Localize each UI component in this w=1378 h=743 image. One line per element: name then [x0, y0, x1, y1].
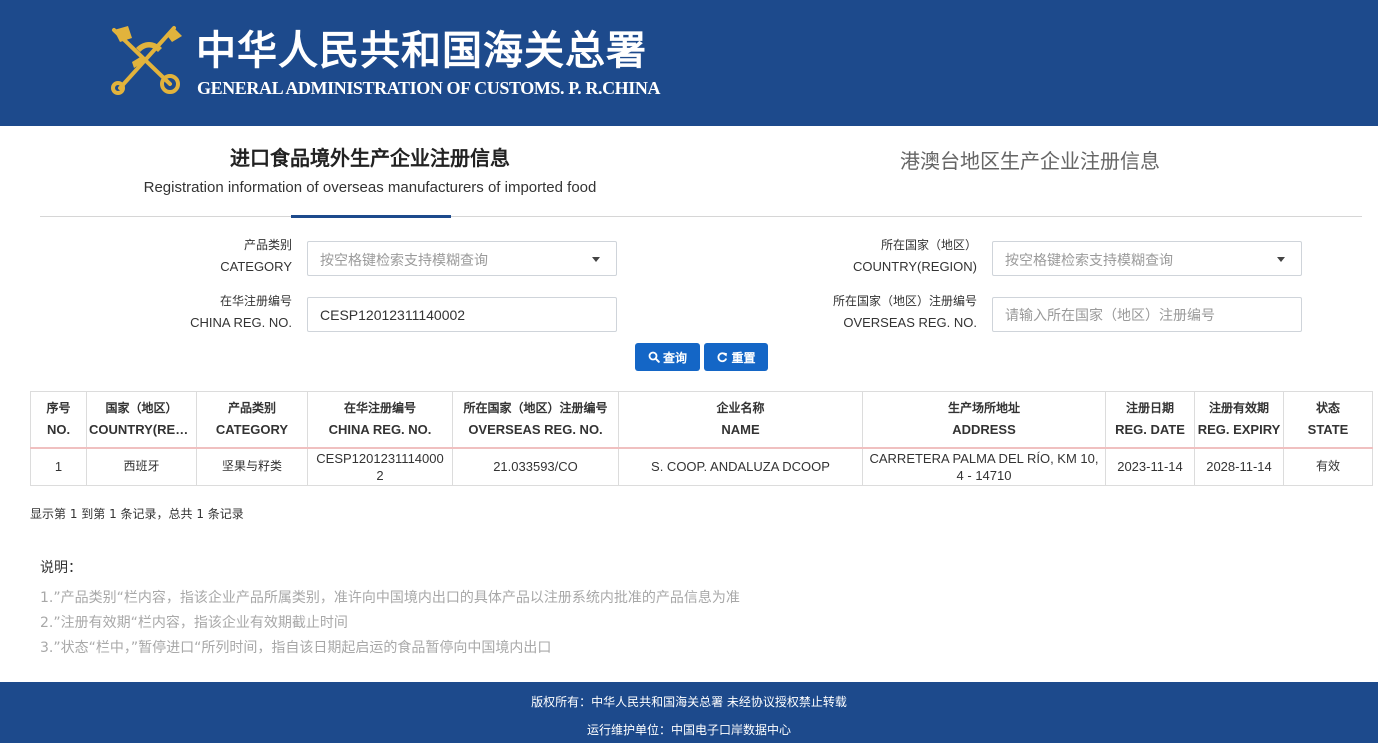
- table-header-row: 序号NO. 国家（地区）COUNTRY(REGION) 产品类别CATEGORY…: [30, 391, 1373, 448]
- site-title-en: GENERAL ADMINISTRATION OF CUSTOMS. P. R.…: [197, 78, 661, 98]
- category-label: 产品类别 CATEGORY: [150, 234, 292, 278]
- country-label-cn: 所在国家（地区）: [880, 238, 977, 252]
- column-header[interactable]: 企业名称 NAME: [618, 391, 863, 448]
- country-label: 所在国家（地区） COUNTRY(REGION): [780, 234, 977, 278]
- country-select-placeholder: 按空格键检索支持模糊查询: [1005, 253, 1173, 269]
- reset-button-label: 重置: [731, 350, 756, 365]
- overseas-reg-label-cn: 所在国家（地区）注册编号: [832, 294, 977, 308]
- tab-label-en: Registration information of overseas man…: [143, 179, 597, 196]
- site-footer: 版权所有：中华人民共和国海关总署 未经协议授权禁止转载 运行维护单位：中国电子口…: [0, 682, 1378, 743]
- china-reg-label-en: CHINA REG. NO.: [190, 315, 292, 330]
- column-header[interactable]: 产品类别 CATEGORY: [196, 391, 308, 448]
- notes-section: 说明： 1.”产品类别“栏内容，指该企业产品所属类别，准许向中国境内出口的具体产…: [40, 557, 740, 661]
- note-line: 1.”产品类别“栏内容，指该企业产品所属类别，准许向中国境内出口的具体产品以注册…: [40, 590, 740, 606]
- country-select[interactable]: 按空格键检索支持模糊查询: [992, 241, 1302, 276]
- tab-label-cn: 港澳台地区生产企业注册信息: [900, 149, 1160, 173]
- cell-reg-date: 2023-11-14: [1105, 447, 1195, 486]
- column-header[interactable]: 注册有效期 REG. EXPIRY: [1194, 391, 1284, 448]
- search-icon: [648, 351, 660, 363]
- china-reg-label-cn: 在华注册编号: [219, 294, 292, 308]
- cell-country: 西班牙: [86, 447, 197, 486]
- overseas-reg-label: 所在国家（地区）注册编号 OVERSEAS REG. NO.: [760, 290, 977, 334]
- cell-name: S. COOP. ANDALUZA DCOOP: [618, 447, 863, 486]
- column-header[interactable]: 生产场所地址 ADDRESS: [862, 391, 1106, 448]
- cell-overseas-reg: 21.033593/CO: [452, 447, 619, 486]
- column-header[interactable]: 在华注册编号 CHINA REG. NO.: [307, 391, 453, 448]
- cell-category: 坚果与籽类: [196, 447, 308, 486]
- tab-label-cn: 进口食品境外生产企业注册信息: [230, 146, 510, 170]
- note-line: 3.”状态“栏中，”暂停进口“所列时间，指自该日期起启运的食品暂停向中国境内出口: [40, 640, 552, 656]
- category-label-cn: 产品类别: [243, 238, 292, 252]
- notes-title: 说明：: [40, 560, 82, 576]
- cell-address: CARRETERA PALMA DEL RÍO, KM 10, 4 - 1471…: [862, 447, 1106, 486]
- category-select-placeholder: 按空格键检索支持模糊查询: [320, 253, 488, 269]
- records-summary: 显示第 1 到第 1 条记录，总共 1 条记录: [30, 507, 244, 521]
- column-header[interactable]: 国家（地区）COUNTRY(REGION): [86, 391, 197, 448]
- tab-overseas-manufacturers[interactable]: 进口食品境外生产企业注册信息 Registration information …: [120, 142, 620, 196]
- china-reg-label: 在华注册编号 CHINA REG. NO.: [150, 290, 292, 334]
- caret-down-icon: [592, 257, 600, 262]
- note-line: 2.”注册有效期“栏内容，指该企业有效期截止时间: [40, 615, 348, 631]
- results-table: 序号NO. 国家（地区）COUNTRY(REGION) 产品类别CATEGORY…: [30, 391, 1373, 486]
- table-row[interactable]: 1 西班牙 坚果与籽类 CESP12012311140002 21.033593…: [30, 447, 1373, 486]
- refresh-icon: [718, 352, 728, 363]
- cell-china-reg: CESP12012311140002: [307, 447, 453, 486]
- overseas-reg-label-en: OVERSEAS REG. NO.: [843, 315, 977, 330]
- search-button[interactable]: 查询: [635, 343, 700, 371]
- category-label-en: CATEGORY: [220, 259, 292, 274]
- cell-no: 1: [30, 447, 87, 486]
- category-select[interactable]: 按空格键检索支持模糊查询: [307, 241, 617, 276]
- overseas-reg-input[interactable]: [992, 297, 1302, 332]
- column-header[interactable]: 注册日期 REG. DATE: [1105, 391, 1195, 448]
- country-label-en: COUNTRY(REGION): [853, 259, 977, 274]
- site-header: 中华人民共和国海关总署 GENERAL ADMINISTRATION OF CU…: [0, 0, 1378, 126]
- column-header[interactable]: 所在国家（地区）注册编号 OVERSEAS REG. NO.: [452, 391, 619, 448]
- footer-copyright: 版权所有：中华人民共和国海关总署 未经协议授权禁止转载: [531, 695, 847, 709]
- cell-state: 有效: [1283, 447, 1373, 486]
- column-header[interactable]: 序号 NO.: [30, 391, 87, 448]
- search-button-label: 查询: [662, 350, 687, 365]
- customs-emblem-icon: [111, 26, 182, 95]
- active-tab-indicator: [291, 215, 451, 218]
- tab-divider: [40, 216, 1362, 217]
- cell-reg-expiry: 2028-11-14: [1194, 447, 1284, 486]
- caret-down-icon: [1277, 257, 1285, 262]
- footer-maintainer: 运行维护单位：中国电子口岸数据中心: [586, 723, 791, 737]
- china-reg-input[interactable]: [307, 297, 617, 332]
- column-header[interactable]: 状态 STATE: [1283, 391, 1373, 448]
- tab-hk-macao-taiwan[interactable]: 港澳台地区生产企业注册信息: [860, 145, 1200, 174]
- reset-button[interactable]: 重置: [704, 343, 768, 371]
- site-title-cn: 中华人民共和国海关总署: [196, 27, 647, 74]
